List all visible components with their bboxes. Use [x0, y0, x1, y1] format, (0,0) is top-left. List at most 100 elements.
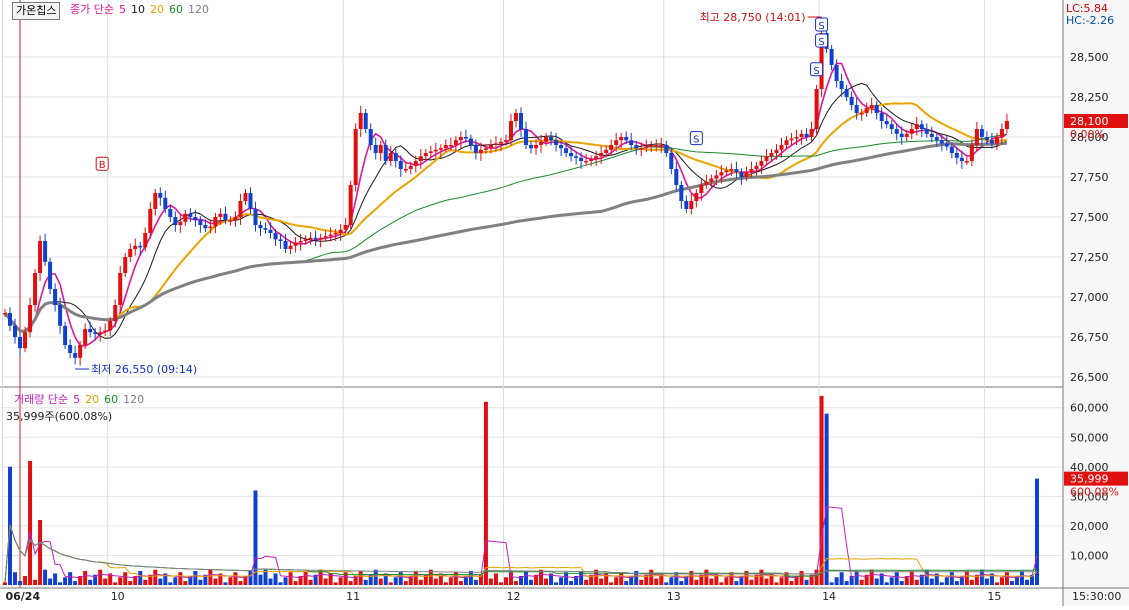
sell-signal-label: S [818, 21, 824, 32]
candle-body [498, 141, 503, 144]
volume-bar [213, 578, 218, 585]
candle-body [944, 143, 949, 147]
candle-body [88, 329, 93, 333]
volume-bar [503, 577, 508, 585]
candle-body [368, 129, 373, 145]
candle-body [248, 193, 253, 209]
candle-body [584, 161, 589, 163]
candle-body [534, 145, 539, 149]
candle-body [338, 229, 343, 233]
volume-bar [18, 581, 23, 585]
candle-body [218, 213, 223, 217]
candle-body [529, 145, 534, 149]
vol-ma-120-label: 120 [123, 393, 145, 406]
volume-bar [98, 569, 103, 585]
volume-bar [278, 582, 283, 585]
volume-bar [679, 581, 684, 585]
volume-bar [1009, 581, 1014, 585]
volume-bar [804, 579, 809, 585]
volume-bar [909, 570, 914, 585]
candle-body [829, 49, 834, 65]
candle-body [433, 149, 438, 152]
candle-body [18, 337, 23, 349]
volume-bar [458, 581, 463, 585]
candle-body [684, 201, 689, 209]
stock-name-button[interactable]: 가온칩스 [12, 2, 61, 20]
chart-area[interactable]: 28,500 28,250 28,000 27,750 27,500 27,250 27,0… [0, 0, 1129, 606]
candle-body [438, 148, 443, 150]
price-tick-label: 27,250 [1070, 251, 1109, 264]
candle-body [764, 156, 769, 161]
candle-body [303, 239, 308, 241]
candle-body [348, 185, 353, 225]
candle-body [383, 145, 388, 161]
candle-body [223, 213, 228, 221]
candle-body [413, 161, 418, 166]
volume-bar [63, 577, 68, 585]
low-annotation: 최저 26,550 (09:14) [91, 363, 197, 376]
volume-bar [649, 569, 654, 585]
volume-bar [223, 582, 228, 585]
candle-body [599, 153, 604, 157]
volume-bar [704, 569, 709, 585]
stock-name: 가온칩스 [16, 4, 57, 17]
candle-body [679, 185, 684, 201]
candle-body [83, 329, 88, 345]
candle-body [729, 169, 734, 171]
candle-body [779, 145, 784, 150]
current-price-label: 28,100 [1070, 115, 1109, 128]
candle-body [554, 140, 559, 145]
candle-body [183, 213, 188, 222]
volume-bar [238, 581, 243, 585]
volume-bar [248, 570, 253, 585]
volume-bar [694, 579, 699, 585]
candle-body [213, 217, 218, 227]
candle-body [123, 257, 128, 273]
candle-body [273, 233, 278, 240]
volume-bar [388, 582, 393, 585]
volume-bar [609, 582, 614, 585]
candle-body [999, 129, 1004, 137]
volume-bar [954, 581, 959, 585]
candle-body [378, 145, 383, 153]
candle-body [298, 241, 303, 243]
candle-body [974, 129, 979, 145]
candle-body [714, 175, 719, 179]
candle-body [954, 153, 959, 158]
candle-body [38, 241, 43, 273]
sell-signal-label: S [693, 135, 699, 146]
candle-body [188, 213, 193, 217]
volume-bar [839, 572, 844, 585]
candle-body [539, 141, 544, 145]
candle-body [143, 233, 148, 248]
volume-bar [443, 582, 448, 585]
candle-body [173, 217, 178, 225]
candle-body [208, 226, 213, 229]
candle-body [403, 169, 408, 171]
volume-bar [13, 572, 18, 585]
candle-body [468, 138, 473, 145]
volume-bar [789, 581, 794, 585]
volume-bar [759, 569, 764, 585]
candle-body [634, 145, 639, 149]
volume-bar [964, 570, 969, 585]
candle-body [839, 81, 844, 89]
candle-body [233, 217, 238, 221]
candle-body [834, 65, 839, 81]
chart-svg: 28,50028,25028,00027,75027,50027,25027,0… [0, 0, 1129, 606]
candle-body [328, 234, 333, 237]
volume-bar [513, 581, 518, 585]
volume-bar [403, 581, 408, 585]
volume-bar [944, 577, 949, 585]
volume-bar [413, 570, 418, 585]
candle-body [263, 228, 268, 230]
volume-bar [268, 578, 273, 585]
candle-body [258, 225, 263, 229]
candle-body [939, 140, 944, 144]
candle-body [704, 181, 709, 185]
candle-body [919, 124, 924, 129]
candle-body [153, 193, 158, 209]
current-volume-label: 35,999 [1070, 473, 1109, 486]
candle-body [569, 153, 574, 157]
volume-bar [884, 582, 889, 585]
